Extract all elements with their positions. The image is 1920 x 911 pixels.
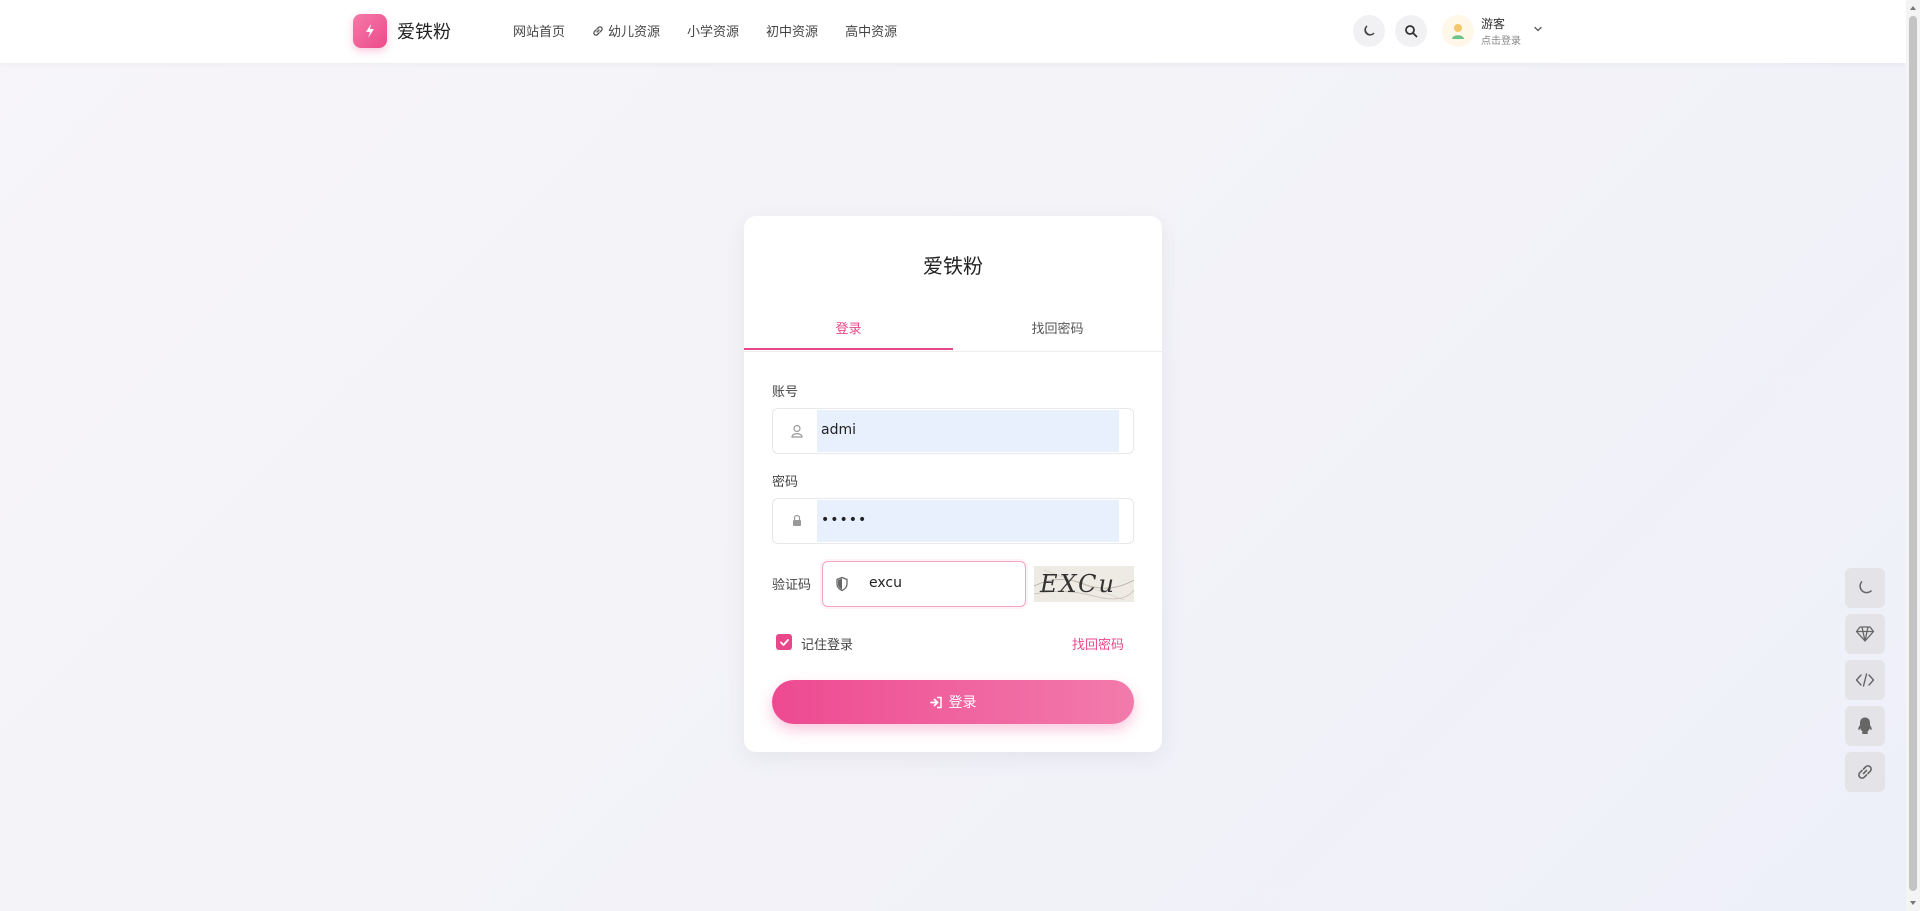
captcha-input[interactable]: excu [869,575,902,591]
user-login-hint[interactable]: 点击登录 [1481,32,1521,47]
password-field[interactable]: ••••• [772,498,1134,544]
card-title: 爱铁粉 [923,254,983,278]
account-autofill-bg [817,410,1119,452]
code-icon [1855,673,1875,687]
captcha-image-text: EXCu [1040,570,1117,598]
user-icon [791,424,803,438]
top-header: 爱铁粉 网站首页 幼儿资源 小学资源 初中资源 高中资源 游客 点击登录 [0,0,1906,63]
search-button[interactable] [1395,15,1427,47]
float-qq-button[interactable] [1845,706,1885,746]
tab-divider [744,351,1162,352]
qq-icon [1858,717,1872,734]
nav-item-home[interactable]: 网站首页 [513,21,565,40]
lock-icon [793,514,801,526]
password-input[interactable]: ••••• [821,512,867,528]
account-input[interactable]: admi [821,422,856,438]
nav-item-kids[interactable]: 幼儿资源 [592,21,660,40]
float-dark-mode-button[interactable] [1845,568,1885,608]
user-avatar-icon [1452,24,1464,39]
float-code-button[interactable] [1845,660,1885,700]
bolt-icon [366,24,374,38]
captcha-image[interactable]: EXCu [1034,566,1134,602]
login-button[interactable]: 登录 [772,680,1134,724]
link-icon [1858,765,1872,779]
login-card: 爱铁粉 登录 找回密码 账号 admi 密码 ••••• 验证码 excu EX… [744,216,1162,752]
remember-label[interactable]: 记住登录 [801,634,853,653]
tab-find-password[interactable]: 找回密码 [953,316,1162,350]
dark-mode-button[interactable] [1353,15,1385,47]
tab-login[interactable]: 登录 [744,316,953,350]
account-label: 账号 [772,385,799,400]
scroll-down-icon[interactable] [1909,899,1917,907]
chevron-down-icon[interactable] [1533,24,1543,34]
shield-icon [836,576,848,592]
password-label: 密码 [772,475,799,490]
sign-in-icon [929,696,942,708]
remember-checkbox[interactable] [776,634,792,650]
avatar[interactable] [1442,15,1474,47]
float-link-button[interactable] [1845,752,1885,792]
moon-icon [1859,580,1873,594]
float-vip-button[interactable] [1845,614,1885,654]
account-field[interactable]: admi [772,408,1134,454]
nav-item-senior[interactable]: 高中资源 [845,21,897,40]
check-icon [779,638,789,646]
page-scrollbar[interactable] [1906,0,1920,911]
logo-icon[interactable] [353,14,387,48]
link-icon [593,25,603,36]
diamond-icon [1855,626,1875,642]
login-button-label: 登录 [948,695,977,711]
find-password-link[interactable]: 找回密码 [1072,634,1124,653]
nav-item-primary[interactable]: 小学资源 [687,21,739,40]
captcha-field[interactable]: excu [822,561,1026,607]
main-nav: 网站首页 幼儿资源 小学资源 初中资源 高中资源 [513,21,924,40]
nav-item-junior[interactable]: 初中资源 [766,21,818,40]
user-name[interactable]: 游客 [1481,15,1505,32]
search-icon [1405,25,1418,38]
site-logo-text[interactable]: 爱铁粉 [397,18,451,44]
moon-icon [1364,25,1375,36]
captcha-label: 验证码 [772,578,812,593]
scroll-up-icon[interactable] [1909,4,1917,12]
scroll-thumb[interactable] [1909,16,1917,891]
